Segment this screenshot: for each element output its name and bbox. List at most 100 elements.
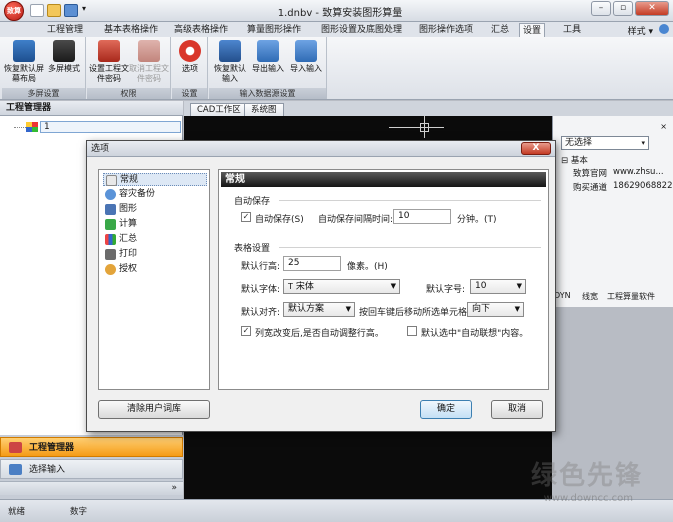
nav-select-input-label: 选择输入 <box>29 465 66 475</box>
watermark-url: www.downcc.com <box>543 493 633 504</box>
enter-move-dropdown[interactable]: 向下 ▼ <box>467 302 524 317</box>
row-height-input[interactable]: 25 <box>283 256 341 271</box>
tab-cad-workspace[interactable]: CAD工作区 <box>190 103 248 116</box>
tab-tools[interactable]: 工具 <box>560 23 584 37</box>
cancel-password-label: 取消工程文件密码 <box>129 64 169 83</box>
open-folder-icon[interactable] <box>47 4 61 17</box>
category-summary[interactable]: 汇总 <box>103 233 137 246</box>
group-permission: 设置工程文件密码 取消工程文件密码 权限 <box>87 37 171 99</box>
tab-system-diagram[interactable]: 系统图 <box>244 103 284 116</box>
tab-line-width[interactable]: 线宽 <box>582 291 598 302</box>
group-label-permission: 权限 <box>87 88 170 99</box>
options-label: 选项 <box>182 64 198 73</box>
tree-item-label: 1 <box>44 122 50 132</box>
selection-dropdown[interactable]: 无选择 ▾ <box>561 136 649 150</box>
category-calculation[interactable]: 计算 <box>103 218 137 231</box>
autosave-checkbox[interactable]: ✓ <box>241 212 251 222</box>
category-print[interactable]: 打印 <box>103 248 137 261</box>
title-bar: 致算 ▾ 1.dnbv - 致算安装图形算量 – ▫ ✕ <box>0 0 673 22</box>
prop-value-website: www.zhsu... <box>613 167 664 177</box>
default-font-dropdown[interactable]: T 宋体 ▼ <box>283 279 400 294</box>
row-height-unit: 像素。(H) <box>347 262 388 272</box>
chevron-down-icon: ▼ <box>516 282 522 290</box>
ribbon-body: 恢复默认屏幕布局 多屏模式 多屏设置 设置工程文件密码 取消工程文件密码 权限 … <box>0 37 673 100</box>
restore-default-input-button[interactable]: 恢复默认输入 <box>211 40 249 84</box>
minimize-button[interactable]: – <box>591 1 611 16</box>
properties-panel: × 无选择 ▾ ⊟ 基本 致算官网 www.zhsu... 购买通道 18629… <box>552 116 673 307</box>
autosave-interval-input[interactable]: 10 <box>393 209 451 224</box>
tree-item-1[interactable]: 1 <box>40 121 181 133</box>
tab-project-management[interactable]: 工程管理 <box>44 23 86 37</box>
enter-move-label: 按回车键后移动所选单元格: <box>359 308 471 318</box>
screen-layout-icon <box>13 40 35 62</box>
tab-advanced-table[interactable]: 高级表格操作 <box>171 23 231 37</box>
maximize-button[interactable]: ▫ <box>613 1 633 16</box>
dialog-close-button[interactable]: X <box>521 142 551 155</box>
nav-project-manager[interactable]: 工程管理器 <box>0 437 183 457</box>
chevron-down-icon: ▾ <box>641 139 645 147</box>
tab-summary[interactable]: 汇总 <box>488 23 512 37</box>
quick-access-dropdown-icon[interactable]: ▾ <box>82 4 86 13</box>
table-divider <box>279 247 541 248</box>
autosave-divider <box>279 200 541 201</box>
clear-lexicon-button[interactable]: 清除用户词库 <box>98 400 210 419</box>
tab-quantity-software[interactable]: 工程算量软件 <box>607 291 655 302</box>
status-ready: 就绪 <box>8 507 26 517</box>
save-icon[interactable] <box>64 4 78 17</box>
tab-settings[interactable]: 设置 <box>519 23 546 37</box>
help-icon[interactable] <box>659 24 669 34</box>
category-graphics-label: 图形 <box>119 204 138 214</box>
export-input-button[interactable]: 导出输入 <box>250 40 286 74</box>
set-password-button[interactable]: 设置工程文件密码 <box>89 40 129 84</box>
category-license[interactable]: 授权 <box>103 263 137 276</box>
options-button[interactable]: 选项 <box>174 40 206 74</box>
nav-project-manager-label: 工程管理器 <box>29 443 75 453</box>
tab-dyn[interactable]: DYN <box>554 291 571 300</box>
restore-layout-button[interactable]: 恢复默认屏幕布局 <box>4 40 44 84</box>
close-icon[interactable]: × <box>660 122 667 131</box>
select-input-icon <box>9 464 22 475</box>
default-fontsize-value: 10 <box>475 281 487 291</box>
group-label-input-source: 输入数据源设置 <box>209 88 326 99</box>
autosave-section-label: 自动保存 <box>234 197 271 207</box>
new-file-icon[interactable] <box>30 4 44 17</box>
dialog-title-bar: 选项 X <box>87 141 555 157</box>
category-general[interactable]: 常规 <box>103 173 207 186</box>
ok-button[interactable]: 确定 <box>420 400 472 419</box>
category-backup[interactable]: 容灾备份 <box>103 188 155 201</box>
group-multi-screen: 恢复默认屏幕布局 多屏模式 多屏设置 <box>2 37 86 99</box>
unlock-icon <box>138 40 160 62</box>
restore-input-icon <box>219 40 241 62</box>
default-fontsize-dropdown[interactable]: 10 ▼ <box>470 279 526 294</box>
style-menu[interactable]: 样式 ▾ <box>628 24 653 37</box>
auto-association-checkbox[interactable] <box>407 326 417 336</box>
set-password-label: 设置工程文件密码 <box>89 64 129 83</box>
prop-section-basic: ⊟ 基本 <box>561 156 588 166</box>
chevron-down-icon: ▼ <box>514 305 520 313</box>
document-icon <box>106 175 117 186</box>
multi-screen-label: 多屏模式 <box>48 64 80 73</box>
tab-basic-table[interactable]: 基本表格操作 <box>101 23 161 37</box>
tab-graphic-options[interactable]: 图形操作选项 <box>416 23 476 37</box>
auto-association-label: 默认选中"自动联想"内容。 <box>421 329 529 339</box>
cancel-password-button[interactable]: 取消工程文件密码 <box>129 40 169 84</box>
auto-row-height-checkbox[interactable]: ✓ <box>241 326 251 336</box>
tab-quantity-graphics[interactable]: 算量图形操作 <box>244 23 304 37</box>
category-graphics[interactable]: 图形 <box>103 203 137 216</box>
nav-expand-button[interactable]: » <box>0 481 183 495</box>
multi-screen-button[interactable]: 多屏模式 <box>44 40 84 74</box>
status-numlock: 数字 <box>70 507 88 517</box>
tree-connector <box>14 127 26 128</box>
navigation-pane: 工程管理器 选择输入 » <box>0 435 183 499</box>
import-input-button[interactable]: 导入输入 <box>287 40 325 74</box>
app-menu-button[interactable]: 致算 <box>4 1 24 21</box>
default-align-dropdown[interactable]: 默认方案 ▼ <box>283 302 355 317</box>
autosave-interval-label: 自动保存间隔时间: <box>318 215 394 225</box>
close-window-button[interactable]: ✕ <box>635 1 669 16</box>
tab-graphic-settings[interactable]: 图形设置及底图处理 <box>318 23 405 37</box>
work-tab-bar: CAD工作区 系统图 <box>184 101 673 116</box>
nav-select-input[interactable]: 选择输入 <box>0 459 183 479</box>
backup-icon <box>105 189 116 200</box>
project-manager-icon <box>9 442 22 453</box>
cancel-button[interactable]: 取消 <box>491 400 543 419</box>
